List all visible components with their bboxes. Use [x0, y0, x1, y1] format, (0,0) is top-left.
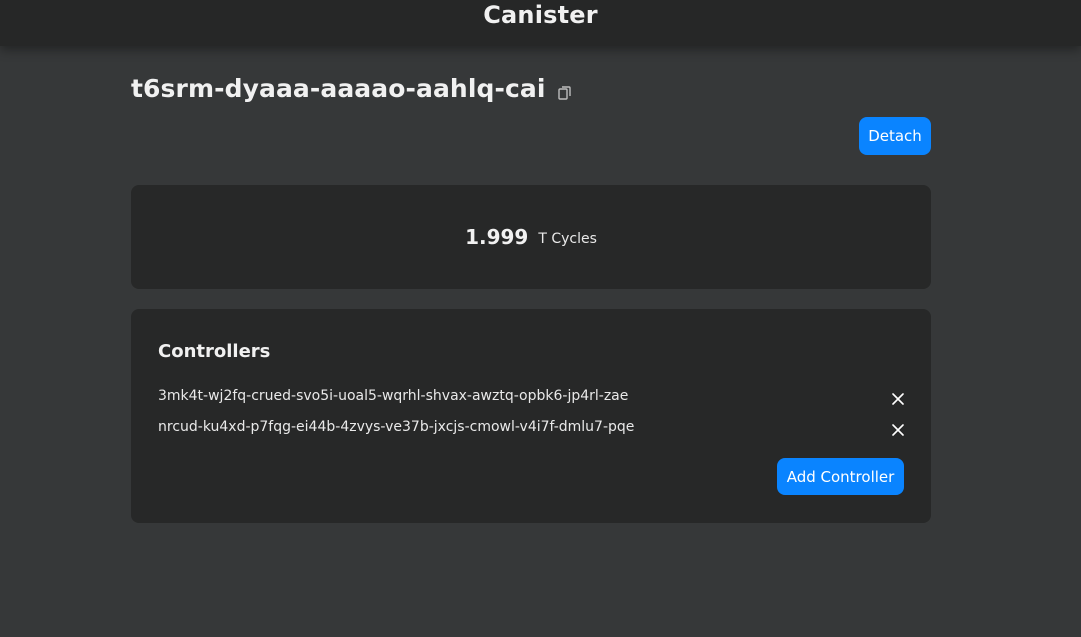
page-title: Canister	[483, 1, 598, 29]
detach-button[interactable]: Detach	[859, 117, 931, 155]
controller-id: 3mk4t-wj2fq-crued-svo5i-uoal5-wqrhl-shva…	[158, 388, 629, 404]
controller-id: nrcud-ku4xd-p7fqg-ei44b-4zvys-ve37b-jxcj…	[158, 419, 635, 435]
cycles-value: 1.999	[465, 225, 529, 249]
cycles-unit: T Cycles	[538, 230, 597, 247]
controllers-card: Controllers 3mk4t-wj2fq-crued-svo5i-uoal…	[131, 309, 931, 523]
canister-id: t6srm-dyaaa-aaaao-aahlq-cai	[131, 74, 546, 103]
add-controller-button[interactable]: Add Controller	[777, 458, 904, 495]
cycles-card: 1.999 T Cycles	[131, 185, 931, 289]
controller-row: 3mk4t-wj2fq-crued-svo5i-uoal5-wqrhl-shva…	[158, 385, 904, 407]
copy-icon[interactable]	[557, 85, 572, 100]
controller-row: nrcud-ku4xd-p7fqg-ei44b-4zvys-ve37b-jxcj…	[158, 416, 904, 438]
close-icon[interactable]	[892, 421, 904, 436]
top-bar: Canister	[0, 0, 1081, 46]
canister-header: t6srm-dyaaa-aaaao-aahlq-cai	[131, 74, 572, 103]
close-icon[interactable]	[892, 390, 904, 405]
controllers-title: Controllers	[158, 341, 271, 362]
